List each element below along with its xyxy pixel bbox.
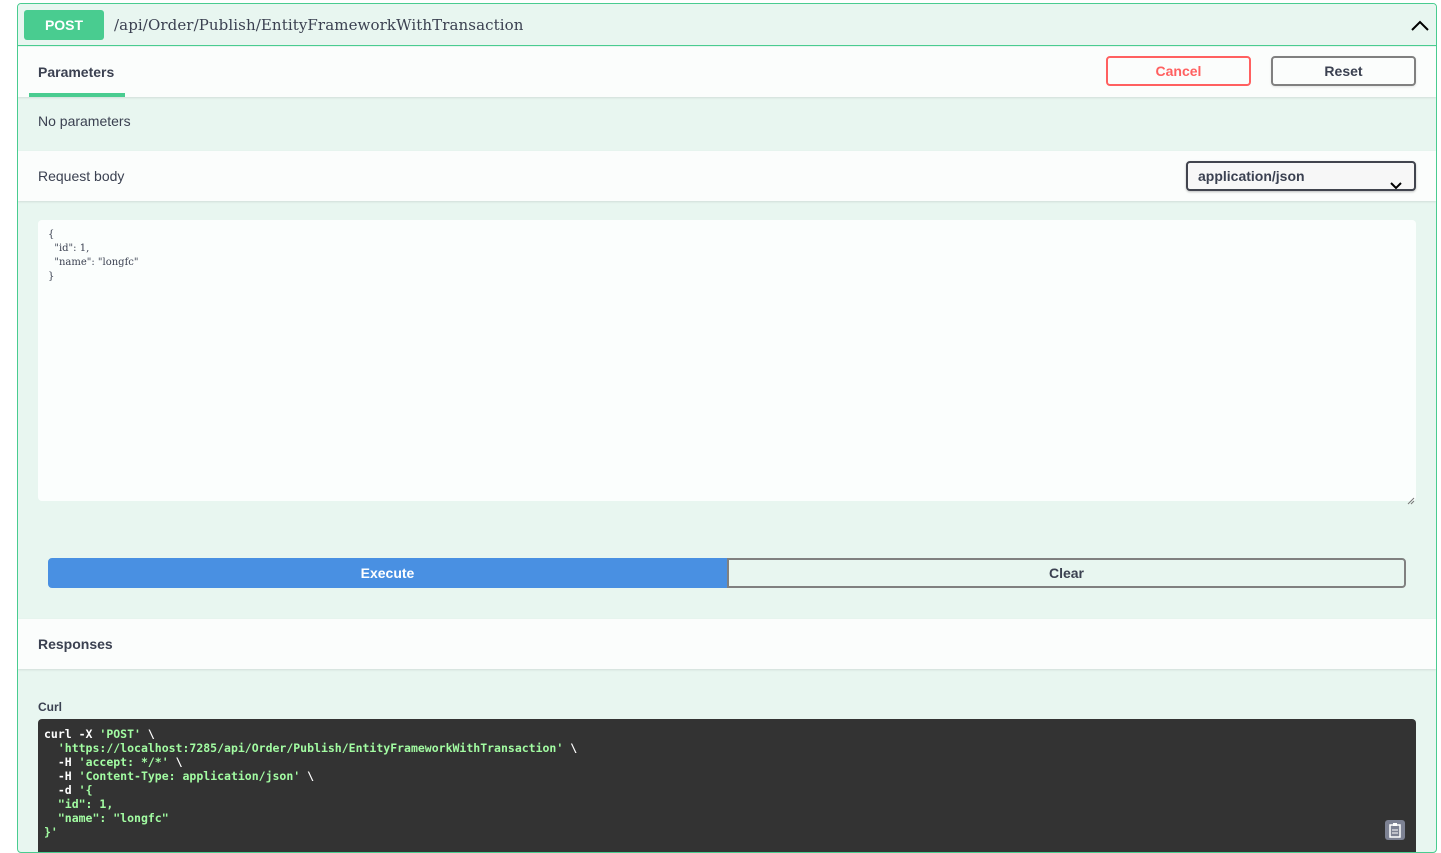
curl-flag: -H bbox=[57, 769, 79, 783]
curl-flag: -H bbox=[57, 755, 79, 769]
execute-button-group: Execute Clear bbox=[48, 558, 1406, 588]
endpoint-path: /api/Order/Publish/EntityFrameworkWithTr… bbox=[114, 16, 524, 34]
curl-data-open: '{ bbox=[78, 783, 93, 797]
content-type-value: application/json bbox=[1198, 168, 1305, 184]
parameters-header: Parameters Cancel Reset bbox=[18, 47, 1436, 97]
curl-data-id: "id": 1, bbox=[57, 797, 114, 811]
content-type-select[interactable]: application/json bbox=[1186, 161, 1416, 191]
resize-handle-icon[interactable] bbox=[1407, 492, 1415, 510]
curl-text: curl -X bbox=[44, 727, 100, 741]
responses-header: Responses bbox=[18, 619, 1436, 669]
operation-summary[interactable]: POST /api/Order/Publish/EntityFrameworkW… bbox=[18, 4, 1436, 46]
copy-to-clipboard-icon[interactable] bbox=[1385, 820, 1405, 840]
curl-flag: -d bbox=[57, 783, 79, 797]
responses-title: Responses bbox=[38, 636, 113, 652]
tab-parameters[interactable]: Parameters bbox=[29, 47, 123, 97]
chevron-down-icon bbox=[1390, 172, 1402, 198]
curl-content-type-header: 'Content-Type: application/json' bbox=[78, 769, 301, 783]
curl-url: 'https://localhost:7285/api/Order/Publis… bbox=[57, 741, 564, 755]
no-parameters-text: No parameters bbox=[38, 113, 131, 129]
chevron-up-icon[interactable] bbox=[1408, 14, 1432, 38]
cancel-button[interactable]: Cancel bbox=[1106, 56, 1251, 86]
curl-command-block[interactable]: curl -X 'POST' \ 'https://localhost:7285… bbox=[38, 719, 1416, 852]
tab-active-indicator bbox=[29, 93, 125, 97]
curl-accept-header: 'accept: */*' bbox=[78, 755, 169, 769]
request-body-label: Request body bbox=[38, 168, 125, 184]
operation-block: POST /api/Order/Publish/EntityFrameworkW… bbox=[17, 3, 1437, 853]
curl-label: Curl bbox=[38, 700, 62, 714]
request-body-header: Request body application/json bbox=[18, 151, 1436, 201]
request-body-editor[interactable]: { "id": 1, "name": "longfc" } bbox=[38, 220, 1416, 501]
curl-line-continuation: \ bbox=[140, 727, 155, 741]
curl-data-close: }' bbox=[44, 825, 58, 839]
execute-button[interactable]: Execute bbox=[48, 558, 727, 588]
clear-button[interactable]: Clear bbox=[727, 558, 1406, 588]
curl-method: 'POST' bbox=[99, 727, 141, 741]
curl-data-name: "name": "longfc" bbox=[57, 811, 169, 825]
reset-button[interactable]: Reset bbox=[1271, 56, 1416, 86]
method-badge: POST bbox=[24, 10, 104, 40]
